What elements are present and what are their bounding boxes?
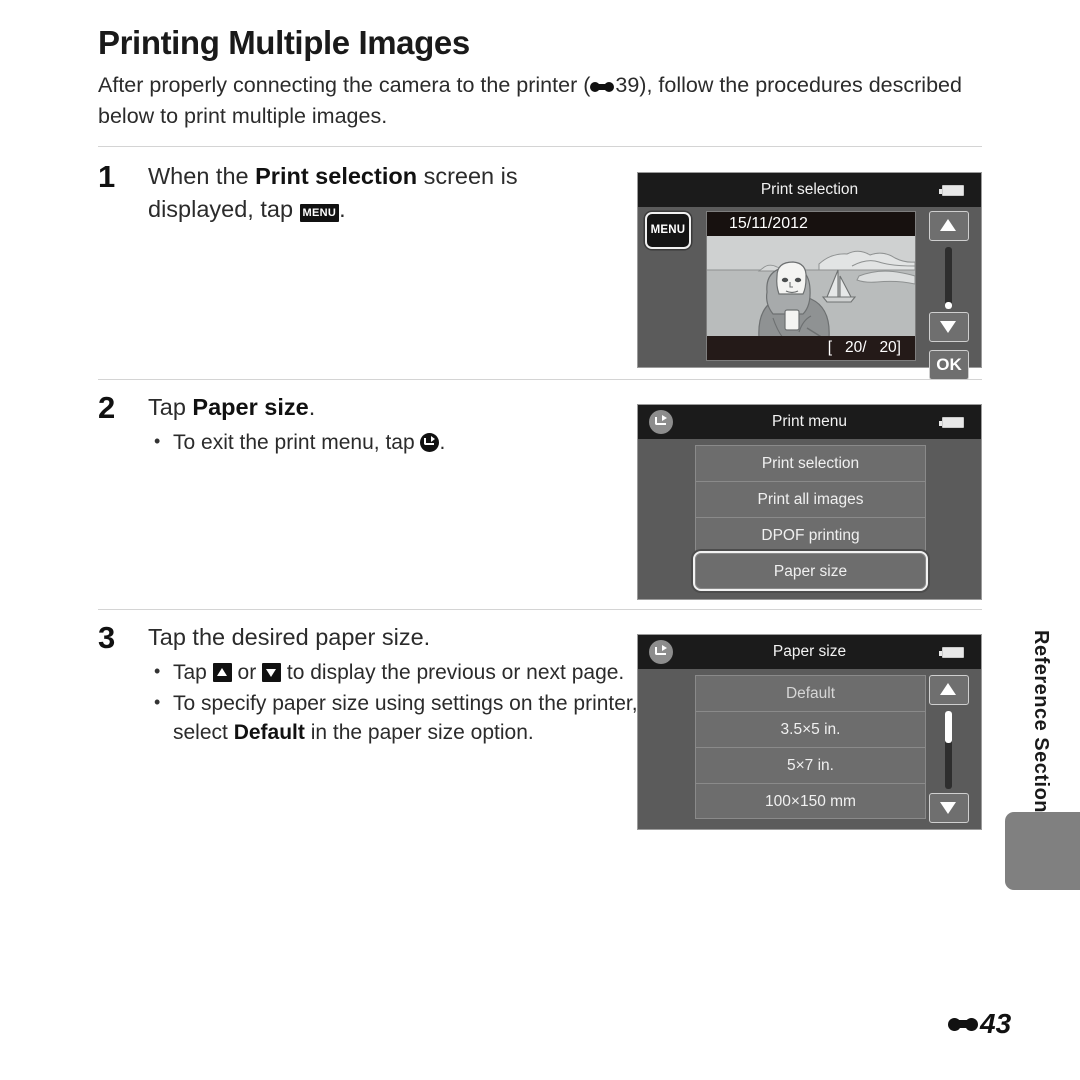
list-item: To exit the print menu, tap . <box>148 427 618 457</box>
screen-title: Paper size <box>772 643 847 660</box>
section-divider-2 <box>98 379 982 380</box>
list-item: To specify paper size using settings on … <box>148 688 638 747</box>
menu-item-print-selection[interactable]: Print selection <box>695 445 926 481</box>
step-2-bullet-text-b: . <box>439 431 446 454</box>
down-arrow-icon[interactable] <box>929 312 969 342</box>
list-item: Tap or to display the previous or next p… <box>148 657 638 687</box>
step-3-bullet1-text-b: to display the previous or next page. <box>281 661 625 684</box>
step-2-bullet-list: To exit the print menu, tap . <box>148 427 618 457</box>
scrollbar-track[interactable] <box>945 247 952 309</box>
step-3-bullet1-text-a: Tap <box>173 661 213 684</box>
step-3-body: Tap the desired paper size. Tap or to di… <box>148 621 638 747</box>
nikon-dumbbell-icon <box>590 80 615 94</box>
menu-icon: MENU <box>299 204 340 222</box>
scrollbar-track[interactable] <box>945 711 952 789</box>
camera-screen-print-menu: Print menu Print selection Print all ima… <box>637 404 982 600</box>
scrollbar-thumb[interactable] <box>945 302 952 309</box>
reference-section-tab <box>1005 812 1080 890</box>
battery-full-icon <box>939 417 964 428</box>
battery-full-icon <box>939 647 964 658</box>
menu-item-paper-size[interactable]: Paper size <box>693 551 928 591</box>
folio-page-number: 43 <box>980 1008 1012 1039</box>
step-3-heading: Tap the desired paper size. <box>148 624 431 650</box>
screen-title: Print menu <box>772 413 847 430</box>
paper-size-option-default[interactable]: Default <box>695 675 926 711</box>
paper-size-option-5x7[interactable]: 5×7 in. <box>695 747 926 783</box>
step-1-text-c: . <box>339 196 346 222</box>
screen-titlebar: Print selection <box>638 173 981 207</box>
page-folio: 43 <box>948 1008 1011 1040</box>
step-2-heading: Tap Paper size. <box>148 391 618 424</box>
screen-titlebar: Paper size <box>638 635 981 669</box>
scrollbar-thumb[interactable] <box>945 711 952 743</box>
step-2-text-a: Tap <box>148 394 193 420</box>
menu-item-dpof-printing[interactable]: DPOF printing <box>695 517 926 553</box>
menu-button[interactable]: MENU <box>645 212 691 249</box>
step-1-text-a: When the <box>148 163 256 189</box>
menu-button-label: MENU <box>650 224 686 236</box>
step-1-body: When the Print selection screen is displ… <box>148 160 618 226</box>
step-2-bold: Paper size <box>192 394 309 420</box>
menu-item-print-all-images[interactable]: Print all images <box>695 481 926 517</box>
manual-page: Printing Multiple Images After properly … <box>0 0 1080 1080</box>
step-3-bullet2-text-b: in the paper size option. <box>304 721 534 744</box>
step-3-bullet2-bold: Default <box>233 721 305 744</box>
inline-reference-icon <box>590 80 615 94</box>
down-arrow-icon[interactable] <box>929 793 969 823</box>
down-arrow-icon <box>262 663 282 682</box>
camera-screen-paper-size: Paper size Default 3.5×5 in. 5×7 in. 100… <box>637 634 982 830</box>
paper-size-option-3p5x5[interactable]: 3.5×5 in. <box>695 711 926 747</box>
photo-thumbnail[interactable]: 15/11/2012 [ 20/ 20] <box>706 211 916 361</box>
step-1-number: 1 <box>98 159 116 194</box>
paper-size-option-100x150[interactable]: 100×150 mm <box>695 783 926 819</box>
intro-paragraph: After properly connecting the camera to … <box>98 70 982 132</box>
section-divider-1 <box>98 146 982 147</box>
ok-button[interactable]: OK <box>929 350 969 380</box>
photo-illustration <box>707 236 915 338</box>
step-3-bullet1-mid: or <box>231 661 263 684</box>
step-1-bold: Print selection <box>255 163 418 189</box>
section-divider-3 <box>98 609 982 610</box>
photo-counter: [ 20/ 20] <box>707 336 915 360</box>
print-menu-list: Print selection Print all images DPOF pr… <box>693 445 928 591</box>
step-2-text-b: . <box>308 394 316 420</box>
intro-reference-page: 39 <box>615 73 640 97</box>
step-2-body: Tap Paper size. To exit the print menu, … <box>148 391 618 457</box>
battery-full-icon <box>939 185 964 196</box>
back-arrow-icon <box>420 433 440 452</box>
step-3-number: 3 <box>98 620 116 655</box>
back-arrow-icon[interactable] <box>649 410 673 434</box>
up-arrow-icon[interactable] <box>929 675 969 705</box>
up-arrow-icon <box>212 663 232 682</box>
camera-screen-print-selection: Print selection MENU 15/11/2012 [20/ 20… <box>637 172 982 380</box>
screen-titlebar: Print menu <box>638 405 981 439</box>
step-2-bullet-text-a: To exit the print menu, tap <box>173 431 421 454</box>
step-3-bullet-list: Tap or to display the previous or next p… <box>148 657 638 747</box>
reference-section-label: Reference Section <box>1030 630 1052 814</box>
back-arrow-icon[interactable] <box>649 640 673 664</box>
photo-date: 15/11/2012 <box>707 212 915 236</box>
page-title: Printing Multiple Images <box>98 24 470 61</box>
up-arrow-icon[interactable] <box>929 211 969 241</box>
nikon-dumbbell-icon <box>948 1016 978 1033</box>
step-2-number: 2 <box>98 390 116 425</box>
paper-size-list: Default 3.5×5 in. 5×7 in. 100×150 mm <box>695 675 926 819</box>
intro-text-before: After properly connecting the camera to … <box>98 73 591 97</box>
screen-title: Print selection <box>760 181 859 198</box>
step-1-heading: When the Print selection screen is displ… <box>148 160 618 226</box>
